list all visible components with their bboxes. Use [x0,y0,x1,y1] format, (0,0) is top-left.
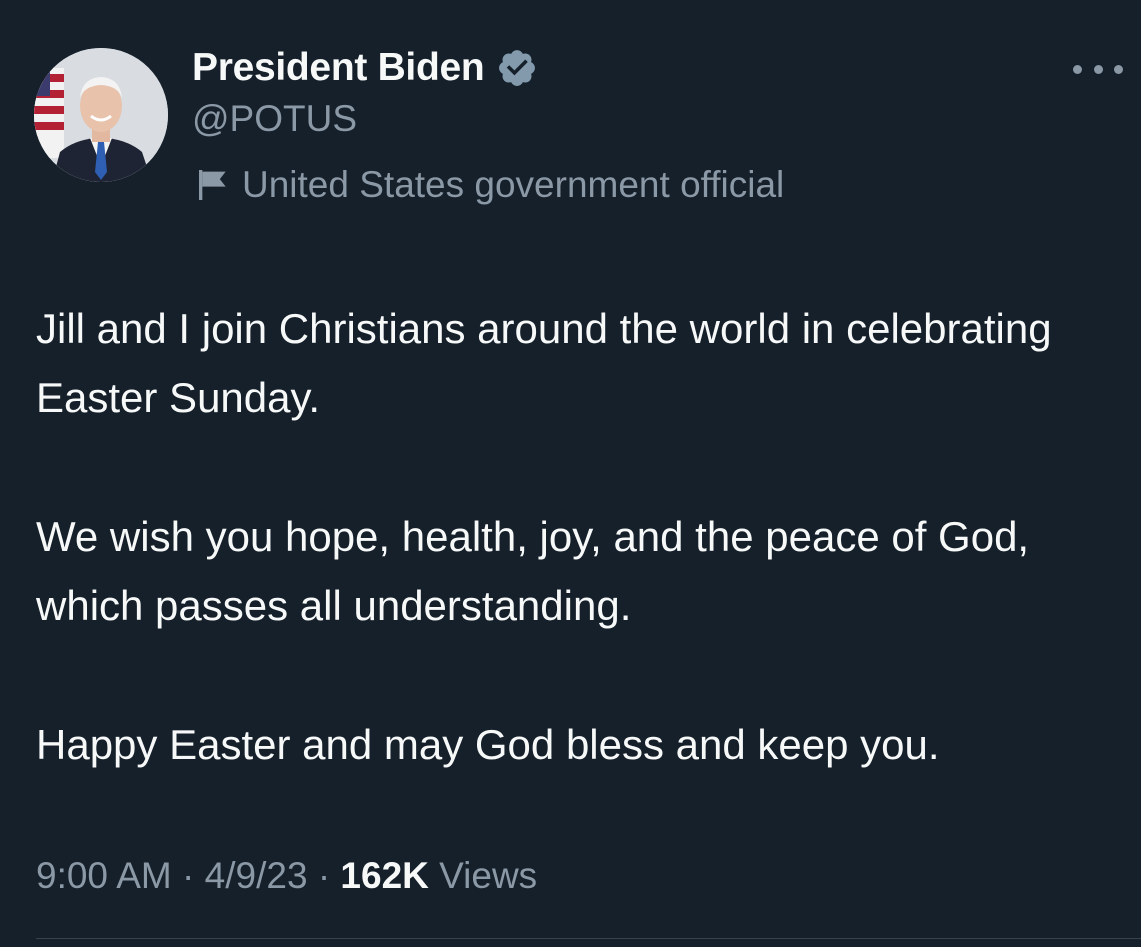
government-label-text: United States government official [242,164,785,205]
views-count[interactable]: 162K [340,855,428,897]
more-dot [1093,64,1103,74]
tweet-text: Jill and I join Christians around the wo… [36,294,1126,779]
tweet-metadata: 9:00 AM · 4/9/23 · 162K Views [36,855,537,897]
author-handle[interactable]: @POTUS [192,98,357,140]
tweet-card: President Biden @POTUS United States gov… [0,0,1141,947]
tweet-date[interactable]: 4/9/23 [205,855,308,897]
tweet-paragraph: We wish you hope, health, joy, and the p… [36,513,1030,629]
more-dot [1114,64,1123,74]
author-name[interactable]: President Biden [192,46,485,90]
avatar[interactable] [34,48,168,182]
tweet-paragraph: Happy Easter and may God bless and keep … [36,721,940,768]
government-label: United States government official [194,162,784,208]
flag-icon [194,165,234,205]
more-dot [1073,64,1082,74]
divider [36,938,1141,939]
meta-separator: · [182,855,195,896]
views-label: Views [439,855,538,896]
verified-badge-icon[interactable] [496,47,538,89]
more-options-icon[interactable] [1073,54,1123,84]
author-name-row: President Biden [192,44,538,92]
tweet-paragraph: Jill and I join Christians around the wo… [36,305,1052,421]
meta-separator: · [317,855,331,896]
tweet-time[interactable]: 9:00 AM [36,855,172,897]
